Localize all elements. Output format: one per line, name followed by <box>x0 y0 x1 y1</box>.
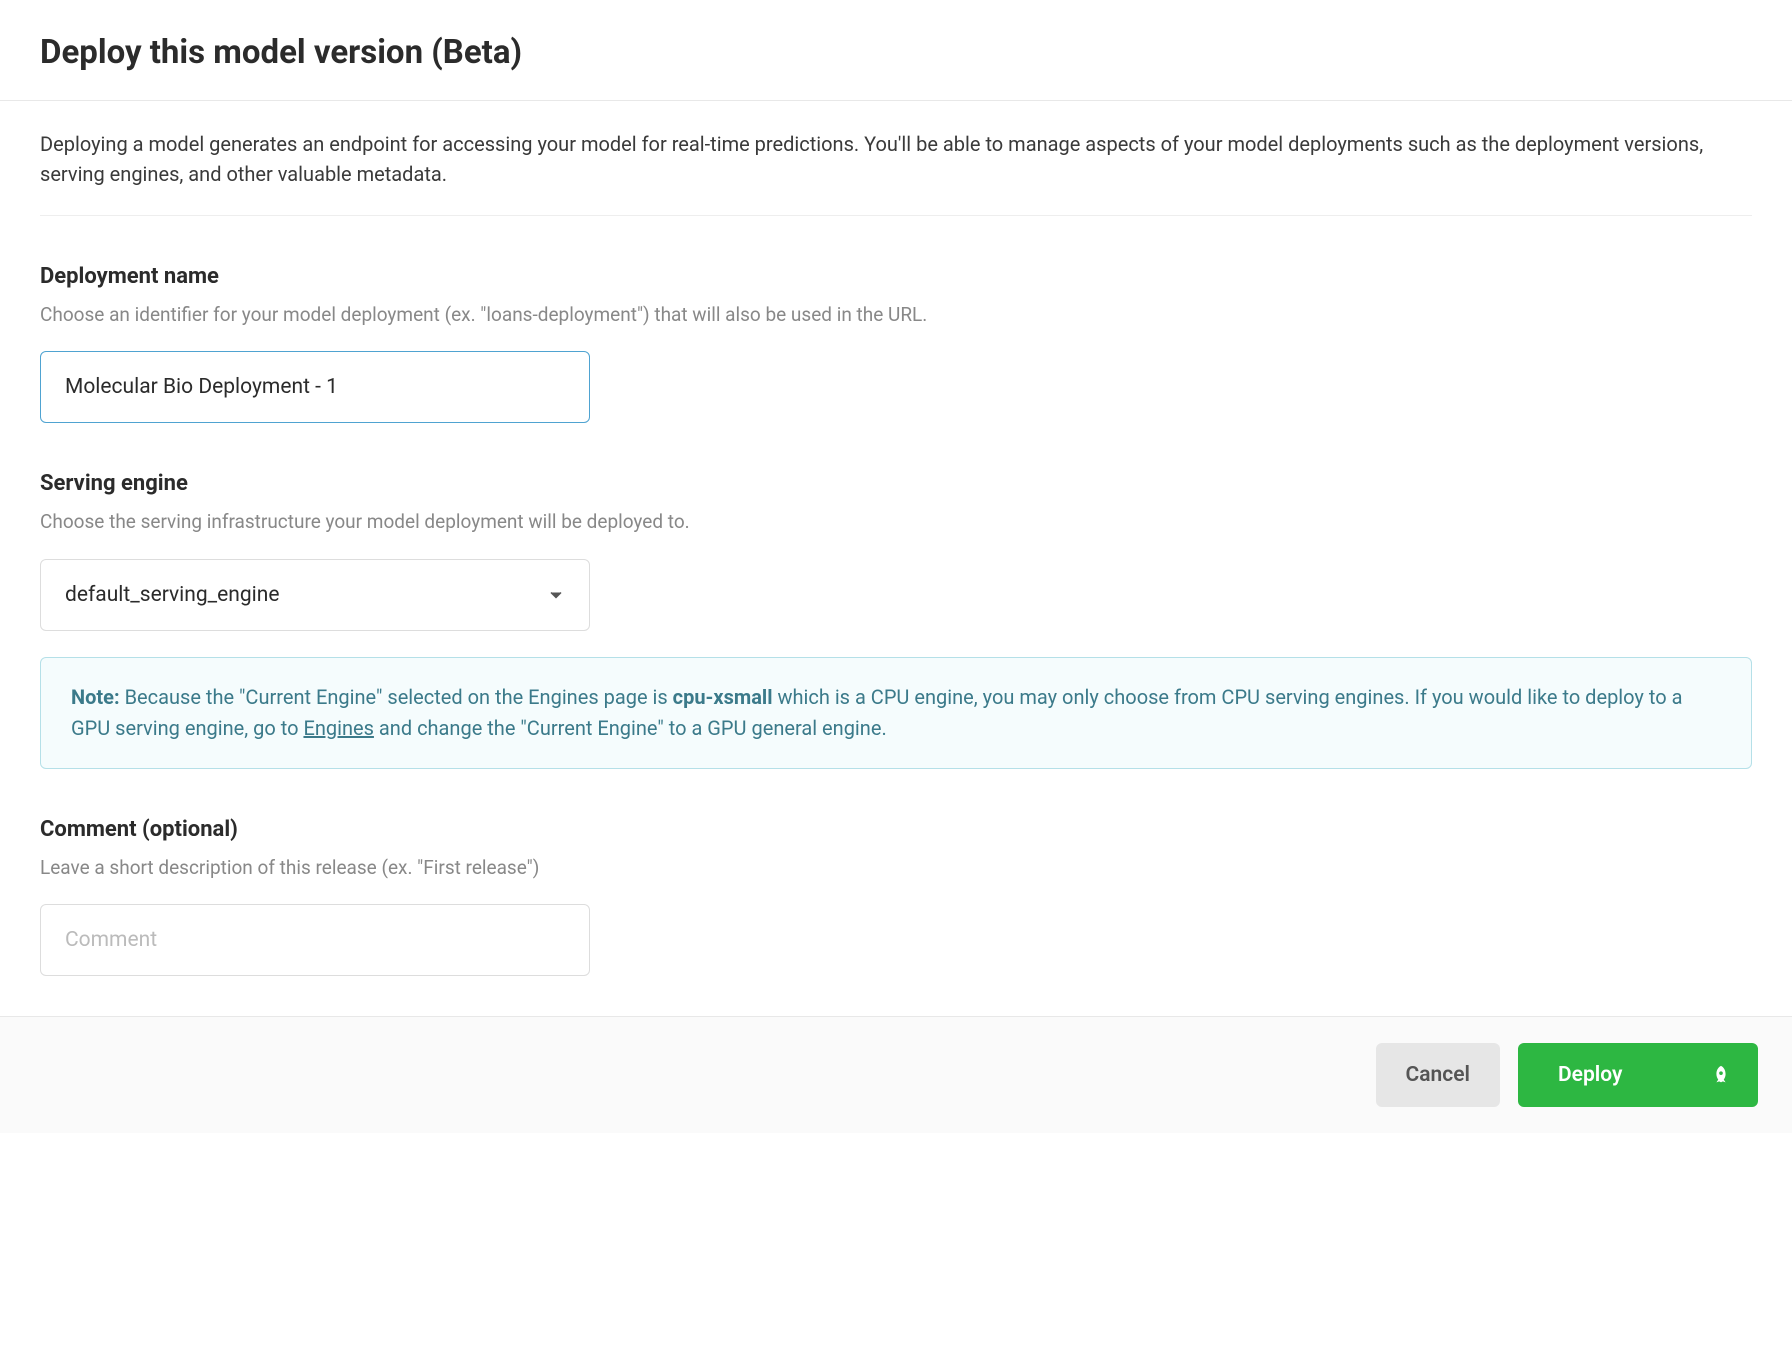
note-label: Note: <box>71 685 120 709</box>
engine-note-box: Note: Because the "Current Engine" selec… <box>40 657 1752 769</box>
deploy-button[interactable]: Deploy <box>1518 1043 1758 1107</box>
deployment-name-section: Deployment name Choose an identifier for… <box>40 260 1752 424</box>
serving-engine-title: Serving engine <box>40 467 1752 500</box>
serving-engine-desc: Choose the serving infrastructure your m… <box>40 508 1752 537</box>
deployment-name-title: Deployment name <box>40 260 1752 293</box>
serving-engine-section: Serving engine Choose the serving infras… <box>40 467 1752 769</box>
comment-section: Comment (optional) Leave a short descrip… <box>40 813 1752 977</box>
note-engine-name: cpu-xsmall <box>673 685 773 709</box>
intro-text: Deploying a model generates an endpoint … <box>40 129 1752 216</box>
rocket-icon <box>1710 1064 1732 1086</box>
engines-link[interactable]: Engines <box>303 716 373 740</box>
dialog-header: Deploy this model version (Beta) <box>0 0 1792 101</box>
comment-title: Comment (optional) <box>40 813 1752 846</box>
deployment-name-desc: Choose an identifier for your model depl… <box>40 301 1752 330</box>
comment-input[interactable] <box>40 904 590 976</box>
note-text-1: Because the "Current Engine" selected on… <box>120 685 673 709</box>
dialog-title: Deploy this model version (Beta) <box>40 28 1752 78</box>
note-text-3: and change the "Current Engine" to a GPU… <box>374 716 887 740</box>
dialog-footer: Cancel Deploy <box>0 1016 1792 1133</box>
deploy-button-label: Deploy <box>1558 1063 1622 1087</box>
dialog-content: Deploying a model generates an endpoint … <box>0 101 1792 1017</box>
cancel-button[interactable]: Cancel <box>1376 1043 1500 1107</box>
serving-engine-select-wrapper: default_serving_engine <box>40 559 590 631</box>
deployment-name-input[interactable] <box>40 351 590 423</box>
serving-engine-select[interactable]: default_serving_engine <box>40 559 590 631</box>
comment-desc: Leave a short description of this releas… <box>40 854 1752 883</box>
